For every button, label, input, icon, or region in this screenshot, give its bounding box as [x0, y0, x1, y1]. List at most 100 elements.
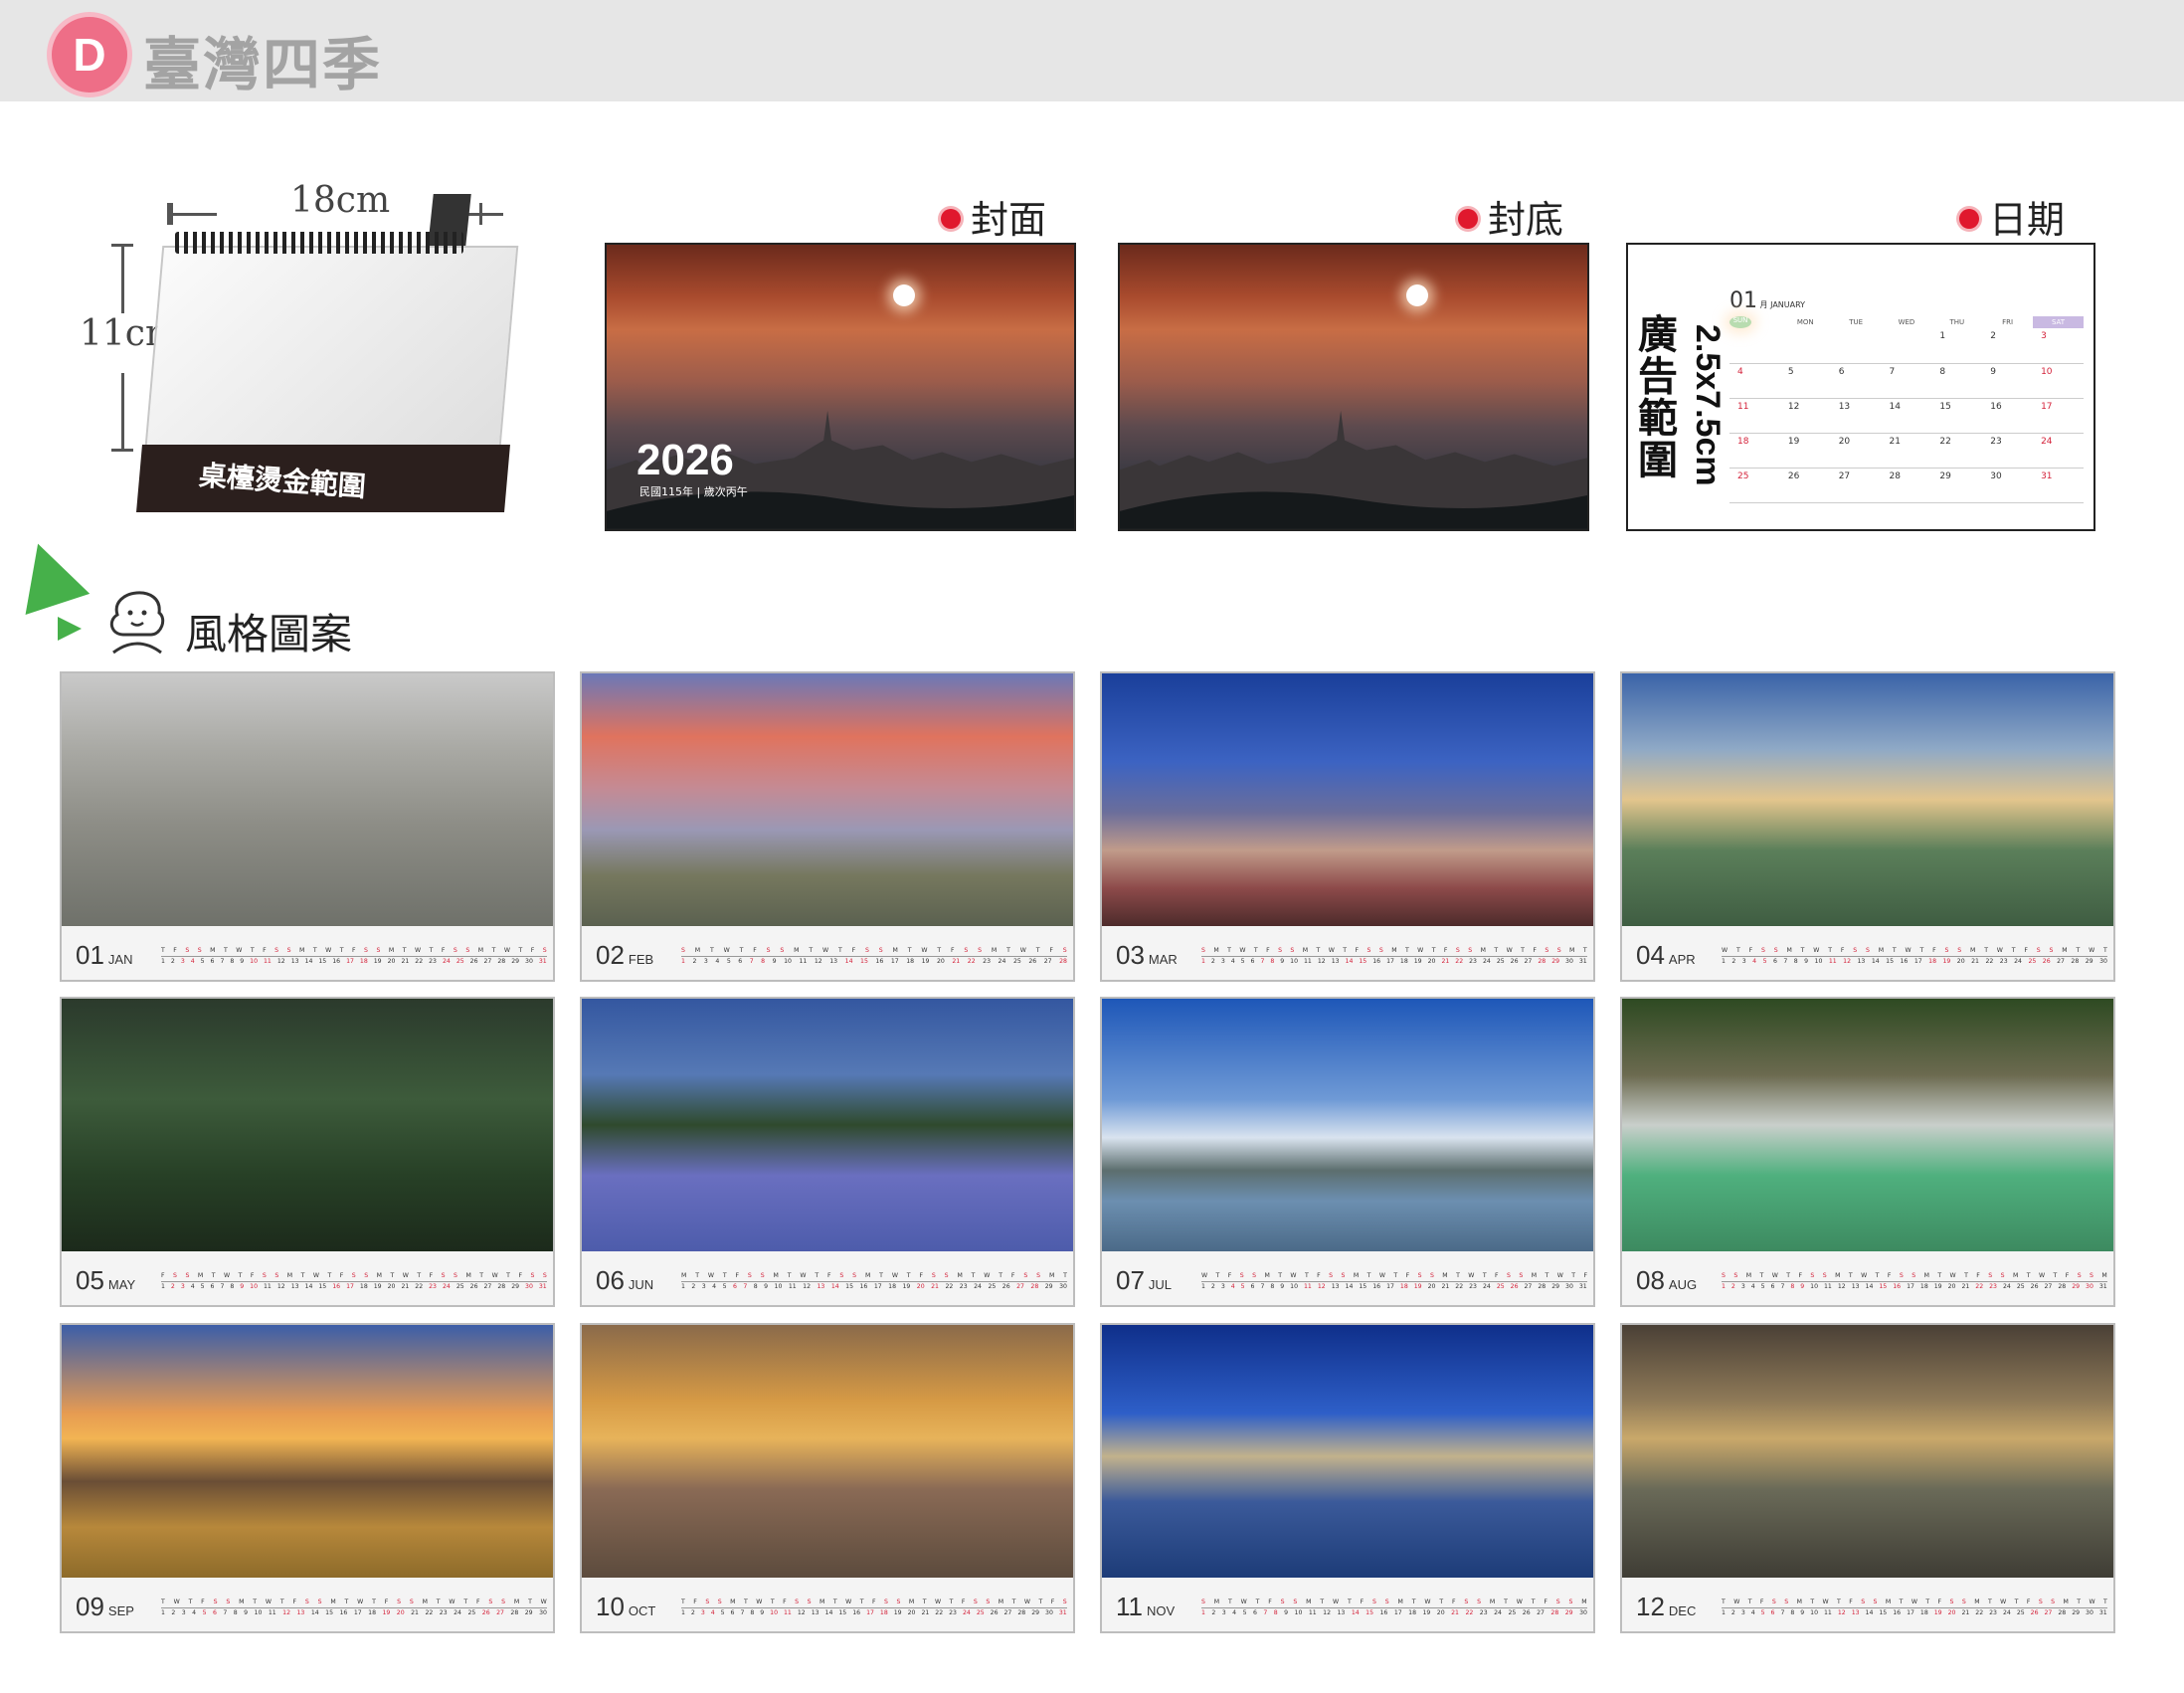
date-number: 13 [1337, 1609, 1346, 1616]
weekday-letter: T [999, 1272, 1003, 1279]
weekday-letter: S [1865, 947, 1870, 954]
weekday-letter: S [2077, 1272, 2082, 1279]
date-number: 20 [916, 1283, 925, 1290]
date-number: 13 [829, 958, 838, 965]
date-number: 20 [1427, 958, 1436, 965]
date-number: 6 [210, 958, 215, 965]
date-number: 12 [1837, 1609, 1846, 1616]
date-number: 18 [1399, 958, 1408, 965]
date-number: 6 [1770, 1609, 1775, 1616]
weekday-letter: T [402, 947, 407, 954]
weekday-letter: M [694, 947, 701, 954]
weekday-letter: M [1048, 1272, 1055, 1279]
calendar-week: 123 [1729, 328, 2084, 364]
weekday-letter: W [414, 947, 422, 954]
date-number: 29 [511, 958, 520, 965]
weekday-letter: M [1878, 947, 1885, 954]
calendar-day: 27 [1830, 468, 1882, 503]
month-num: 05 [76, 1265, 104, 1295]
weekday-letter: T [743, 1599, 748, 1605]
ad-area-size: 2.5x7.5cm [1689, 324, 1727, 486]
weekday-letter: M [1885, 1599, 1892, 1605]
weekday-letter: F [2024, 947, 2028, 954]
weekday-letter: T [906, 1272, 911, 1279]
weekday-letter: S [1341, 1272, 1346, 1279]
month-abbr: NOV [1147, 1603, 1176, 1618]
date-number: 3 [1740, 1283, 1745, 1290]
date-number: 28 [1059, 958, 1067, 965]
date-number: 24 [974, 1283, 982, 1290]
weekday-letter: F [783, 1599, 787, 1605]
weekday-letter: S [304, 1599, 309, 1605]
date-number: 25 [455, 958, 464, 965]
weekday-letter: S [1477, 1599, 1482, 1605]
weekday-letter: S [884, 1599, 888, 1605]
dim-tick-right [479, 203, 482, 225]
weekday-letter: T [2014, 1599, 2019, 1605]
weekday-letter: F [2065, 1272, 2070, 1279]
weekday-letter: F [1533, 947, 1537, 954]
date-number: 23 [949, 1609, 957, 1616]
date-number: 23 [959, 1283, 968, 1290]
date-number: 21 [401, 1283, 410, 1290]
weekday-letter: W [1733, 1599, 1740, 1605]
weekday-letter: W [1949, 1272, 1956, 1279]
weekday-letter: T [1316, 947, 1321, 954]
date-number: 7 [223, 1609, 228, 1616]
date-number: 28 [2058, 1609, 2067, 1616]
month-card-nov: 11 NOV S M T W T F S S M T W T F S S M T W T F S S M T W T F S S M 1 2 3 4 5… [1100, 1323, 1595, 1633]
calendar-day: 31 [2033, 468, 2084, 503]
date-number: 27 [496, 1609, 504, 1616]
weekday-letter: T [1482, 1272, 1487, 1279]
date-number: 20 [907, 1609, 916, 1616]
weekday-letter: F [1976, 1272, 1980, 1279]
weekday-letter: T [1828, 947, 1832, 954]
weekday-letter: F [1360, 1599, 1365, 1605]
date-number: 6 [1250, 958, 1255, 965]
weekday-letter: F [1266, 947, 1270, 954]
weekday-letter: T [1320, 1599, 1325, 1605]
date-number: 15 [860, 958, 868, 965]
weekday-sun: SUN [1729, 316, 1751, 328]
weekday-letter: F [530, 947, 535, 954]
month-number: 01 JAN [76, 940, 132, 971]
weekday-letter: W [1556, 1272, 1563, 1279]
weekday-row: TFSSMTWTFSSMTWTFSSMTWTFSSMTWTFS [161, 946, 547, 957]
calendar-day [1729, 328, 1780, 364]
weekday-letter: M [1480, 947, 1486, 954]
weekday-letter: F [2026, 1599, 2031, 1605]
date-number: 1 [681, 1283, 685, 1290]
ad-area-text: 廣告範圍 [1638, 312, 1678, 483]
date-number: 26 [2042, 958, 2051, 965]
month-card-sep: 09 SEP T W T F S S M T W T F S S M T W T F S S M T W T F S S M T W 1 2 3 4 5… [60, 1323, 555, 1633]
weekday-letter: T [1925, 1599, 1930, 1605]
weekday-letter: M [1786, 947, 1792, 954]
weekday-letter: S [453, 947, 457, 954]
weekday-letter: S [747, 1272, 752, 1279]
date-number: 15 [325, 1609, 334, 1616]
weekday-letter: S [1773, 947, 1778, 954]
date-number: 17 [890, 958, 899, 965]
weekday-letter: F [1049, 947, 1053, 954]
calendar-day: 17 [2033, 398, 2084, 434]
date-number: 11 [788, 1283, 797, 1290]
date-row: 1 2 3 4 5 6 7 8 9 10 11 12 13 14 15 16 17 18 19 20 21 22 23 24 2… [1722, 1282, 2107, 1292]
weekday-letter: F [263, 947, 267, 954]
date-number: 8 [753, 1283, 758, 1290]
section-title: 風格圖案 [185, 610, 353, 658]
month-number: 04 APR [1636, 940, 1696, 971]
weekday-letter: M [998, 1599, 1004, 1605]
month-number: 03 MAR [1116, 940, 1178, 971]
date-number: 8 [761, 958, 766, 965]
weekday-letter: M [819, 1599, 825, 1605]
date-number: 13 [296, 1609, 305, 1616]
date-number: 30 [1565, 958, 1573, 965]
weekday-letter: M [477, 947, 484, 954]
weekday-letter: M [1213, 1599, 1220, 1605]
weekday-letter: M [730, 1599, 736, 1605]
date-row: 1 2 3 4 5 6 7 8 9 10 11 12 13 14 15 16 17 18 19 20 21 22 23 24 2… [681, 957, 1067, 967]
date-number: 22 [1975, 1283, 1984, 1290]
weekday-letter: T [815, 1272, 819, 1279]
weekday-letter: S [197, 947, 202, 954]
weekday-letter: S [213, 1599, 218, 1605]
